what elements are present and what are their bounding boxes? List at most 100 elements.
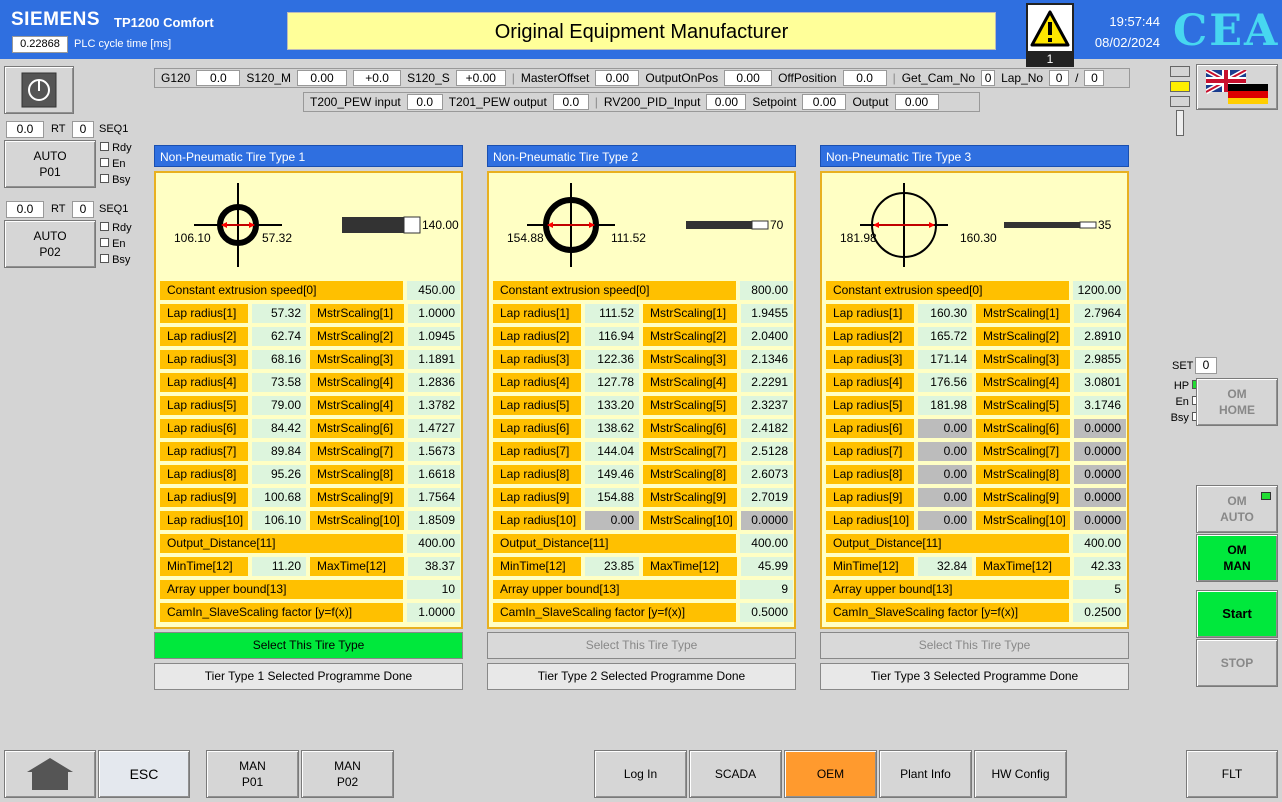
om-home-button[interactable]: OM HOME: [1196, 378, 1278, 426]
lap-radius-value[interactable]: 160.30: [918, 304, 972, 323]
lap-radius-value[interactable]: 68.16: [252, 350, 306, 369]
lap-radius-value[interactable]: 100.68: [252, 488, 306, 507]
mstr-scaling-value[interactable]: 2.6073: [741, 465, 793, 484]
lap-radius-value[interactable]: 149.46: [585, 465, 639, 484]
man-p02-button[interactable]: MAN P02: [301, 750, 394, 798]
scada-button[interactable]: SCADA: [689, 750, 782, 798]
lap-radius-value[interactable]: 144.04: [585, 442, 639, 461]
mstr-scaling-value[interactable]: 2.7964: [1074, 304, 1126, 323]
mstr-scaling-value[interactable]: 2.3237: [741, 396, 793, 415]
mstr-scaling-value[interactable]: 2.9855: [1074, 350, 1126, 369]
mstr-scaling-value[interactable]: 1.0945: [408, 327, 460, 346]
mstr-scaling-value[interactable]: 1.0000: [408, 304, 460, 323]
lap-radius-value[interactable]: 57.32: [252, 304, 306, 323]
min-time-value[interactable]: 32.84: [918, 557, 972, 576]
max-time-value[interactable]: 38.37: [408, 557, 460, 576]
mstr-scaling-value[interactable]: 0.0000: [741, 511, 793, 530]
const-speed-value[interactable]: 800.00: [740, 281, 793, 300]
lap-radius-value[interactable]: 0.00: [918, 442, 972, 461]
mstr-scaling-value[interactable]: 3.0801: [1074, 373, 1126, 392]
home-button[interactable]: [4, 750, 96, 798]
mstr-scaling-value[interactable]: 2.8910: [1074, 327, 1126, 346]
lap-radius-value[interactable]: 84.42: [252, 419, 306, 438]
flt-button[interactable]: FLT: [1186, 750, 1278, 798]
output-distance-value[interactable]: 400.00: [740, 534, 793, 553]
mstr-scaling-value[interactable]: 1.4727: [408, 419, 460, 438]
output-distance-value[interactable]: 400.00: [1073, 534, 1126, 553]
lap-radius-value[interactable]: 0.00: [918, 511, 972, 530]
lap-radius-value[interactable]: 106.10: [252, 511, 306, 530]
man-p01-button[interactable]: MAN P01: [206, 750, 299, 798]
language-button[interactable]: [1196, 64, 1278, 110]
lap-radius-value[interactable]: 89.84: [252, 442, 306, 461]
mstr-scaling-value[interactable]: 2.7019: [741, 488, 793, 507]
lap-radius-value[interactable]: 176.56: [918, 373, 972, 392]
auto-p02-button[interactable]: AUTO P02: [4, 220, 96, 268]
output-distance-value[interactable]: 400.00: [407, 534, 460, 553]
camin-value[interactable]: 0.5000: [740, 603, 793, 622]
mstr-scaling-value[interactable]: 1.5673: [408, 442, 460, 461]
lap-radius-value[interactable]: 133.20: [585, 396, 639, 415]
select-tire-button[interactable]: Select This Tire Type: [487, 632, 796, 659]
mstr-scaling-value[interactable]: 2.2291: [741, 373, 793, 392]
lap-radius-value[interactable]: 73.58: [252, 373, 306, 392]
lap-radius-value[interactable]: 165.72: [918, 327, 972, 346]
om-auto-button[interactable]: OM AUTO: [1196, 485, 1278, 533]
const-speed-value[interactable]: 1200.00: [1073, 281, 1126, 300]
stop-button[interactable]: STOP: [1196, 639, 1278, 687]
lap-radius-value[interactable]: 62.74: [252, 327, 306, 346]
oem-button[interactable]: OEM: [784, 750, 877, 798]
plant-info-button[interactable]: Plant Info: [879, 750, 972, 798]
mstr-scaling-value[interactable]: 1.1891: [408, 350, 460, 369]
array-bound-value[interactable]: 5: [1073, 580, 1126, 599]
mstr-scaling-value[interactable]: 2.5128: [741, 442, 793, 461]
om-man-button[interactable]: OM MAN: [1196, 534, 1278, 582]
array-bound-value[interactable]: 10: [407, 580, 460, 599]
power-button[interactable]: [4, 66, 74, 114]
mstr-scaling-value[interactable]: 2.0400: [741, 327, 793, 346]
max-time-value[interactable]: 42.33: [1074, 557, 1126, 576]
camin-value[interactable]: 1.0000: [407, 603, 460, 622]
lap-radius-value[interactable]: 171.14: [918, 350, 972, 369]
camin-value[interactable]: 0.2500: [1073, 603, 1126, 622]
lap-radius-value[interactable]: 95.26: [252, 465, 306, 484]
mstr-scaling-value[interactable]: 1.9455: [741, 304, 793, 323]
mstr-scaling-value[interactable]: 1.2836: [408, 373, 460, 392]
mstr-scaling-value[interactable]: 0.0000: [1074, 511, 1126, 530]
lap-radius-value[interactable]: 0.00: [585, 511, 639, 530]
esc-button[interactable]: ESC: [98, 750, 190, 798]
mstr-scaling-value[interactable]: 1.6618: [408, 465, 460, 484]
auto-p01-button[interactable]: AUTO P01: [4, 140, 96, 188]
lap-radius-value[interactable]: 111.52: [585, 304, 639, 323]
select-tire-button[interactable]: Select This Tire Type: [154, 632, 463, 659]
alarm-button[interactable]: 1: [1026, 3, 1074, 67]
array-bound-value[interactable]: 9: [740, 580, 793, 599]
mstr-scaling-value[interactable]: 3.1746: [1074, 396, 1126, 415]
lap-radius-value[interactable]: 154.88: [585, 488, 639, 507]
mstr-scaling-value[interactable]: 0.0000: [1074, 419, 1126, 438]
lap-radius-value[interactable]: 0.00: [918, 465, 972, 484]
min-time-value[interactable]: 23.85: [585, 557, 639, 576]
mstr-scaling-value[interactable]: 1.3782: [408, 396, 460, 415]
max-time-value[interactable]: 45.99: [741, 557, 793, 576]
const-speed-value[interactable]: 450.00: [407, 281, 460, 300]
lap-radius-value[interactable]: 0.00: [918, 419, 972, 438]
min-time-value[interactable]: 11.20: [252, 557, 306, 576]
hw-config-button[interactable]: HW Config: [974, 750, 1067, 798]
mstr-scaling-value[interactable]: 2.1346: [741, 350, 793, 369]
mstr-scaling-value[interactable]: 0.0000: [1074, 488, 1126, 507]
mstr-scaling-value[interactable]: 0.0000: [1074, 465, 1126, 484]
lap-radius-value[interactable]: 181.98: [918, 396, 972, 415]
lap-radius-value[interactable]: 116.94: [585, 327, 639, 346]
lap-radius-value[interactable]: 138.62: [585, 419, 639, 438]
lap-radius-value[interactable]: 122.36: [585, 350, 639, 369]
mstr-scaling-value[interactable]: 2.4182: [741, 419, 793, 438]
login-button[interactable]: Log In: [594, 750, 687, 798]
select-tire-button[interactable]: Select This Tire Type: [820, 632, 1129, 659]
mstr-scaling-value[interactable]: 1.8509: [408, 511, 460, 530]
lap-radius-value[interactable]: 127.78: [585, 373, 639, 392]
lap-radius-value[interactable]: 79.00: [252, 396, 306, 415]
mstr-scaling-value[interactable]: 0.0000: [1074, 442, 1126, 461]
lap-radius-value[interactable]: 0.00: [918, 488, 972, 507]
start-button[interactable]: Start: [1196, 590, 1278, 638]
